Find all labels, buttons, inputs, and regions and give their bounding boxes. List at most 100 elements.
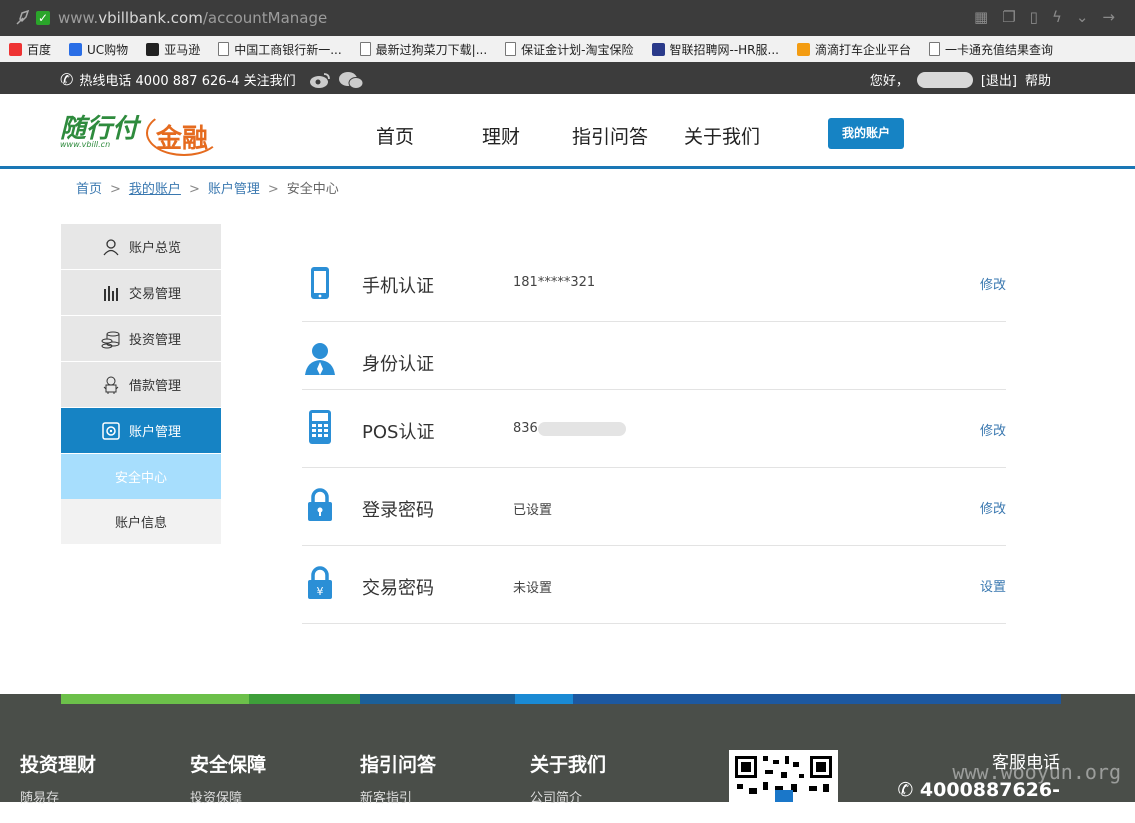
breadcrumb-account-manage[interactable]: 账户管理 (208, 182, 260, 197)
footer-link[interactable]: 新客指引 (360, 787, 436, 806)
pages-icon[interactable]: ❐ (1002, 8, 1015, 26)
address-bar[interactable]: ✓ www.vbillbank.com/accountManage (14, 6, 327, 30)
bookmark-label: 保证金计划-淘宝保险 (521, 42, 634, 57)
didi-icon (796, 42, 810, 56)
security-row-mobile: 手机认证 181*****321 修改 (302, 244, 1006, 322)
nav-wealth[interactable]: 理财 (482, 122, 520, 149)
modify-pos-link[interactable]: 修改 (980, 420, 1006, 439)
sidebar-item-label: 借款管理 (128, 379, 181, 394)
footer-color-bar (61, 694, 1061, 704)
modify-mobile-link[interactable]: 修改 (980, 274, 1006, 293)
file-icon (359, 42, 371, 56)
forward-arrow-icon[interactable]: → (1102, 8, 1115, 26)
breadcrumb-my-account[interactable]: 我的账户 (129, 182, 181, 197)
bookmark-item[interactable]: 中国工商银行新一... (209, 41, 350, 58)
amazon-icon (146, 42, 160, 56)
my-account-button[interactable]: 我的账户 (828, 118, 904, 149)
sidebar-item-label: 账户管理 (128, 425, 181, 440)
lock-icon (308, 488, 332, 521)
nav-guide[interactable]: 指引问答 (572, 122, 648, 149)
url-text[interactable]: www.vbillbank.com/accountManage (58, 9, 327, 27)
zhaopin-icon (651, 42, 665, 56)
robot-icon (103, 376, 119, 394)
file-icon (505, 42, 517, 56)
bookmark-item[interactable]: 保证金计划-淘宝保险 (496, 41, 642, 58)
bookmark-item[interactable]: 智联招聘网--HR服... (643, 41, 788, 58)
bookmark-item[interactable]: 滴滴打车企业平台 (788, 41, 920, 58)
pos-terminal-icon (309, 410, 331, 444)
security-title: 登录密码 (362, 500, 434, 521)
security-row-identity: 身份认证 (302, 322, 1006, 390)
secure-check-icon: ✓ (36, 11, 50, 25)
uc-icon (69, 42, 83, 56)
security-value: 181*****321 (513, 275, 596, 290)
lightning-icon[interactable]: ϟ (1052, 8, 1062, 26)
qr-code-icon[interactable]: ▦ (974, 8, 988, 26)
security-row-trade-password: ¥ 交易密码 未设置 设置 (302, 546, 1006, 624)
sidebar-subitem-account-info[interactable]: 账户信息 (61, 499, 221, 544)
logout-link[interactable]: [退出] (981, 70, 1017, 89)
sidebar-item-invest[interactable]: 投资管理 (61, 316, 221, 362)
sidebar-item-label: 账户总览 (128, 241, 181, 256)
bookmark-item[interactable]: 一卡通充值结果查询 (920, 41, 1062, 58)
security-title: 身份认证 (362, 354, 434, 375)
weibo-icon[interactable] (308, 71, 332, 89)
security-value: 836 (513, 421, 538, 436)
footer-heading: 安全保障 (190, 754, 267, 776)
breadcrumb-home[interactable]: 首页 (76, 182, 102, 197)
bookmark-item[interactable]: UC购物 (60, 41, 137, 58)
service-phone: 4000887626-4 (919, 779, 1060, 823)
sidebar: 账户总览 交易管理 投资管理 借款管理 账户管理 安全中心 账户信息 (61, 224, 221, 544)
bookmark-label: 智联招聘网--HR服... (669, 42, 779, 57)
footer-link[interactable]: 随易存 (20, 787, 96, 806)
sidebar-item-loan[interactable]: 借款管理 (61, 362, 221, 408)
browser-toolbar: ✓ www.vbillbank.com/accountManage ▦ ❐ ▯ … (0, 0, 1135, 36)
footer-heading: 指引问答 (360, 754, 437, 776)
bookmark-item[interactable]: 最新过狗菜刀下载|... (351, 41, 497, 58)
sidebar-item-account-manage[interactable]: 账户管理 (61, 408, 221, 454)
bar-chart-icon (103, 285, 118, 301)
svg-text:¥: ¥ (317, 585, 324, 598)
security-row-login-password: 登录密码 已设置 修改 (302, 468, 1006, 546)
bookmark-label: 中国工商银行新一... (234, 42, 342, 57)
coins-icon (101, 331, 120, 348)
bookmark-label: 一卡通充值结果查询 (944, 42, 1053, 57)
sidebar-item-overview[interactable]: 账户总览 (61, 224, 221, 270)
nav-home[interactable]: 首页 (376, 122, 414, 149)
nav-about[interactable]: 关于我们 (684, 122, 760, 149)
phone-icon: ✆ (897, 779, 920, 801)
footer-col-security: 安全保障 投资保障 (190, 750, 266, 806)
reader-icon[interactable]: ▯ (1030, 8, 1038, 26)
footer-col-invest: 投资理财 随易存 (20, 750, 96, 806)
security-list: 手机认证 181*****321 修改 身份认证 POS认证 836 修改 登录… (302, 244, 1006, 624)
security-value-wrap: 836 (513, 421, 626, 436)
help-link[interactable]: 帮助 (1025, 70, 1051, 89)
bookmark-label: 滴滴打车企业平台 (814, 42, 911, 57)
wechat-icon[interactable] (338, 71, 364, 89)
bookmarks-bar: 百度 UC购物 亚马逊 中国工商银行新一... 最新过狗菜刀下载|... 保证金计划-淘宝… (0, 36, 1135, 63)
baidu-icon (9, 42, 22, 56)
security-title: 手机认证 (362, 276, 434, 297)
sidebar-subitem-security-center[interactable]: 安全中心 (61, 454, 221, 499)
sidebar-item-label: 交易管理 (128, 287, 181, 302)
set-trade-password-link[interactable]: 设置 (980, 576, 1006, 595)
footer-heading: 关于我们 (530, 754, 607, 776)
main-nav: 首页 理财 指引问答 关于我们 (376, 122, 796, 149)
hotline-text: 热线电话 4000 887 626-4 关注我们 (79, 74, 296, 89)
logo-url: www.vbill.cn (60, 140, 111, 149)
modify-login-password-link[interactable]: 修改 (980, 498, 1006, 517)
bookmark-item[interactable]: 百度 (0, 41, 60, 58)
sidebar-item-trade[interactable]: 交易管理 (61, 270, 221, 316)
bookmark-label: 最新过狗菜刀下载|... (375, 42, 488, 57)
yuan-lock-icon: ¥ (308, 566, 332, 599)
qr-code (729, 750, 838, 802)
footer-link[interactable]: 公司简介 (530, 787, 606, 806)
security-title: POS认证 (362, 422, 435, 443)
chevron-down-icon[interactable]: ⌄ (1076, 8, 1089, 26)
rocket-icon (14, 9, 32, 27)
footer-link[interactable]: 投资保障 (190, 787, 266, 806)
site-footer: 投资理财 随易存 安全保障 投资保障 指引问答 新客指引 关于我们 公司简介 客… (0, 694, 1135, 823)
bookmark-item[interactable]: 亚马逊 (137, 41, 209, 58)
site-top-bar: ✆ 热线电话 4000 887 626-4 关注我们 您好， [退出] 帮助 (0, 62, 1135, 94)
logo[interactable]: 随行付 金融 www.vbill.cn (60, 108, 222, 156)
